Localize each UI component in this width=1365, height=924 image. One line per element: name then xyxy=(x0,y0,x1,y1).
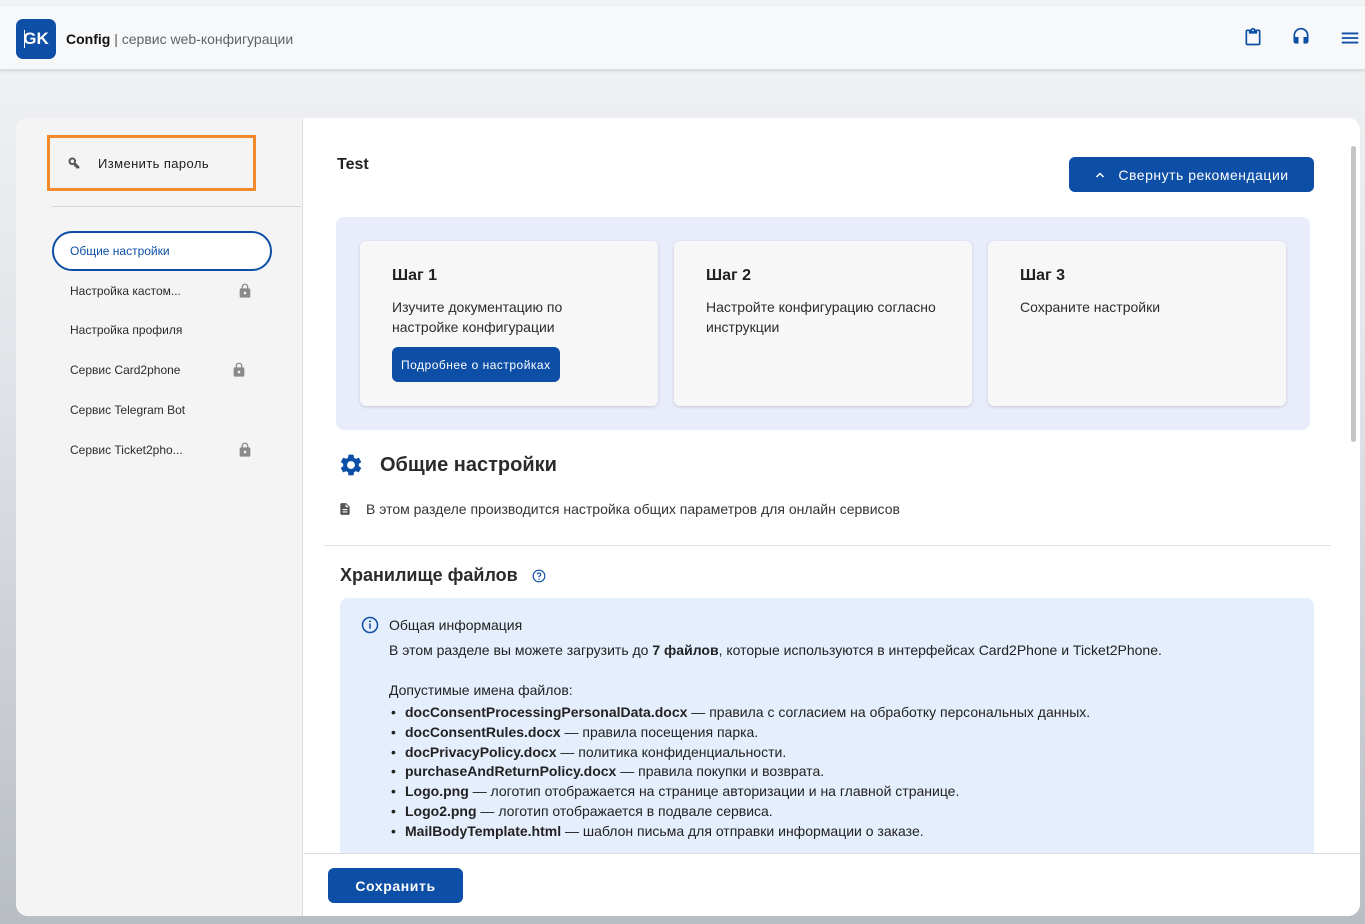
list-item: Logo2.png — логотип отображается в подва… xyxy=(389,802,1314,822)
step-title: Шаг 3 xyxy=(1020,267,1065,284)
sidebar-item-label: Общие настройки xyxy=(70,244,170,258)
change-password-label: Изменить пароль xyxy=(98,155,210,171)
file-desc: — логотип отображается на странице автор… xyxy=(468,783,960,800)
step-title: Шаг 1 xyxy=(392,267,437,284)
step-card-2: Шаг 2 Настройте конфигурацию согласно ин… xyxy=(674,241,972,406)
section-description: В этом разделе производится настройка об… xyxy=(338,501,900,517)
step-title: Шаг 2 xyxy=(706,267,751,284)
page-title: Test xyxy=(337,156,369,173)
change-password-button[interactable]: Изменить пароль xyxy=(47,135,256,191)
section-description-text: В этом разделе производится настройка об… xyxy=(366,501,900,517)
menu-icon[interactable] xyxy=(1339,27,1361,49)
file-storage-heading: Хранилище файлов xyxy=(340,565,546,586)
lock-icon xyxy=(239,442,251,457)
sidebar-item-ticket2phone[interactable]: Сервис Ticket2pho... xyxy=(52,430,272,470)
sidebar-item-customization[interactable]: Настройка кастом... xyxy=(52,271,272,311)
app-name: Config xyxy=(66,31,111,47)
gear-icon xyxy=(340,454,362,476)
file-name: purchaseAndReturnPolicy.docx xyxy=(405,763,617,780)
sidebar-item-profile[interactable]: Настройка профиля xyxy=(52,310,272,350)
file-storage-title: Хранилище файлов xyxy=(340,565,518,585)
sidebar-item-label: Настройка профиля xyxy=(70,323,183,337)
app-logo[interactable]: GK xyxy=(16,19,56,59)
sidebar-item-label: Настройка кастом... xyxy=(70,284,181,298)
key-icon xyxy=(68,157,80,168)
file-name: Logo.png xyxy=(405,783,469,800)
lock-icon xyxy=(233,362,245,377)
sidebar-item-card2phone[interactable]: Сервис Card2phone xyxy=(52,350,272,390)
file-name: docPrivacyPolicy.docx xyxy=(405,743,557,760)
step-text: Изучите документацию по настройке конфиг… xyxy=(392,299,563,335)
file-name: Logo2.png xyxy=(405,802,477,819)
chevron-up-icon xyxy=(1096,171,1105,178)
title-separator: | xyxy=(114,31,118,47)
footer-bar: Сохранить xyxy=(304,853,1360,916)
collapse-recommendations-button[interactable]: Свернуть рекомендации xyxy=(1069,157,1314,192)
file-desc: — правила посещения парка. xyxy=(560,723,759,740)
app-title: Config | сервис web-конфигурации xyxy=(66,31,293,47)
lock-icon xyxy=(239,283,251,298)
scrollbar[interactable] xyxy=(1351,146,1356,442)
list-item: purchaseAndReturnPolicy.docx — правила п… xyxy=(389,762,1314,782)
list-item: docConsentRules.docx — правила посещения… xyxy=(389,723,1314,743)
recommendation-steps: Шаг 1 Изучите документацию по настройке … xyxy=(336,217,1310,430)
step-card-3: Шаг 3 Сохраните настройки xyxy=(988,241,1286,406)
info-text-part: , которые используются в интерфейсах Car… xyxy=(718,642,1162,658)
step-text: Сохраните настройки xyxy=(1020,299,1161,315)
sidebar-divider xyxy=(52,206,301,207)
document-icon xyxy=(340,503,350,515)
info-file-limit: 7 файлов xyxy=(652,642,719,658)
headset-icon[interactable] xyxy=(1291,27,1313,49)
list-item: Logo.png — логотип отображается на стран… xyxy=(389,782,1314,802)
top-bar: GK Config | сервис web-конфигурации xyxy=(0,6,1365,70)
help-icon[interactable] xyxy=(532,569,546,583)
info-heading: Общая информация xyxy=(389,617,523,633)
file-desc: — правила покупки и возврата. xyxy=(616,763,825,780)
file-name: docConsentRules.docx xyxy=(405,723,561,740)
app-subtitle: сервис web-конфигурации xyxy=(121,31,294,47)
file-desc: — политика конфиденциальности. xyxy=(556,743,787,760)
divider xyxy=(324,545,1331,546)
step-card-1: Шаг 1 Изучите документацию по настройке … xyxy=(360,241,658,406)
allowed-files-label: Допустимые имена файлов: xyxy=(389,682,573,698)
settings-docs-button[interactable]: Подробнее о настройках xyxy=(392,347,560,382)
sidebar-item-label: Сервис Card2phone xyxy=(70,363,181,377)
step-text: Настройте конфигурацию согласно инструкц… xyxy=(706,299,936,335)
sidebar-item-telegram-bot[interactable]: Сервис Telegram Bot xyxy=(52,390,272,430)
clipboard-icon[interactable] xyxy=(1243,27,1265,49)
file-desc: — логотип отображается в подвале сервиса… xyxy=(476,802,773,819)
file-name: docConsentProcessingPersonalData.docx xyxy=(405,704,688,720)
sidebar-item-general[interactable]: Общие настройки xyxy=(52,231,272,271)
file-desc: — шаблон письма для отправки информации … xyxy=(561,822,924,839)
allowed-files-list: docConsentProcessingPersonalData.docx — … xyxy=(389,703,1314,842)
section-heading: Общие настройки xyxy=(338,452,557,478)
sidebar-item-label: Сервис Ticket2pho... xyxy=(70,443,183,457)
content-card: Изменить пароль Общие настройки Настройк… xyxy=(16,118,1360,916)
list-item: docConsentProcessingPersonalData.docx — … xyxy=(389,703,1314,723)
list-item: MailBodyTemplate.html — шаблон письма дл… xyxy=(389,822,1314,842)
info-text-part: В этом разделе вы можете загрузить до xyxy=(389,642,653,658)
sidebar: Изменить пароль Общие настройки Настройк… xyxy=(16,118,303,916)
collapse-recommendations-label: Свернуть рекомендации xyxy=(1118,166,1289,183)
info-text: В этом разделе вы можете загрузить до 7 … xyxy=(389,641,1314,659)
save-button[interactable]: Сохранить xyxy=(328,868,463,903)
info-icon xyxy=(361,616,379,634)
file-desc: — правила с согласием на обработку персо… xyxy=(687,704,1091,720)
list-item: docPrivacyPolicy.docx — политика конфиде… xyxy=(389,743,1314,763)
sidebar-item-label: Сервис Telegram Bot xyxy=(70,403,186,417)
section-title: Общие настройки xyxy=(380,453,557,476)
file-name: MailBodyTemplate.html xyxy=(405,822,562,839)
main-content: Test Свернуть рекомендации Шаг 1 Изучите… xyxy=(304,118,1360,916)
